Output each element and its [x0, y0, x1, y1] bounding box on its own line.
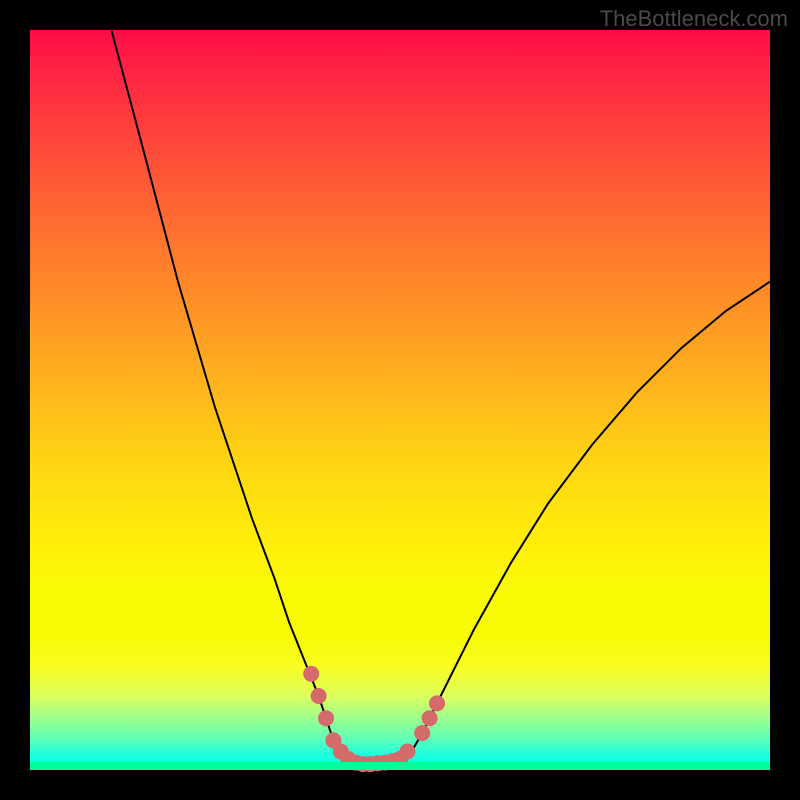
- curve-marker: [318, 710, 334, 726]
- watermark-text: TheBottleneck.com: [600, 6, 788, 32]
- marker-group: [303, 666, 445, 772]
- chart-svg: [30, 30, 770, 770]
- curve-marker: [399, 744, 415, 760]
- curve-marker: [311, 688, 327, 704]
- curve-marker: [414, 725, 430, 741]
- baseline-bar: [30, 762, 770, 770]
- curve-marker: [422, 710, 438, 726]
- curve-marker: [429, 695, 445, 711]
- bottleneck-curve: [111, 30, 770, 766]
- plot-area: [30, 30, 770, 770]
- curve-marker: [303, 666, 319, 682]
